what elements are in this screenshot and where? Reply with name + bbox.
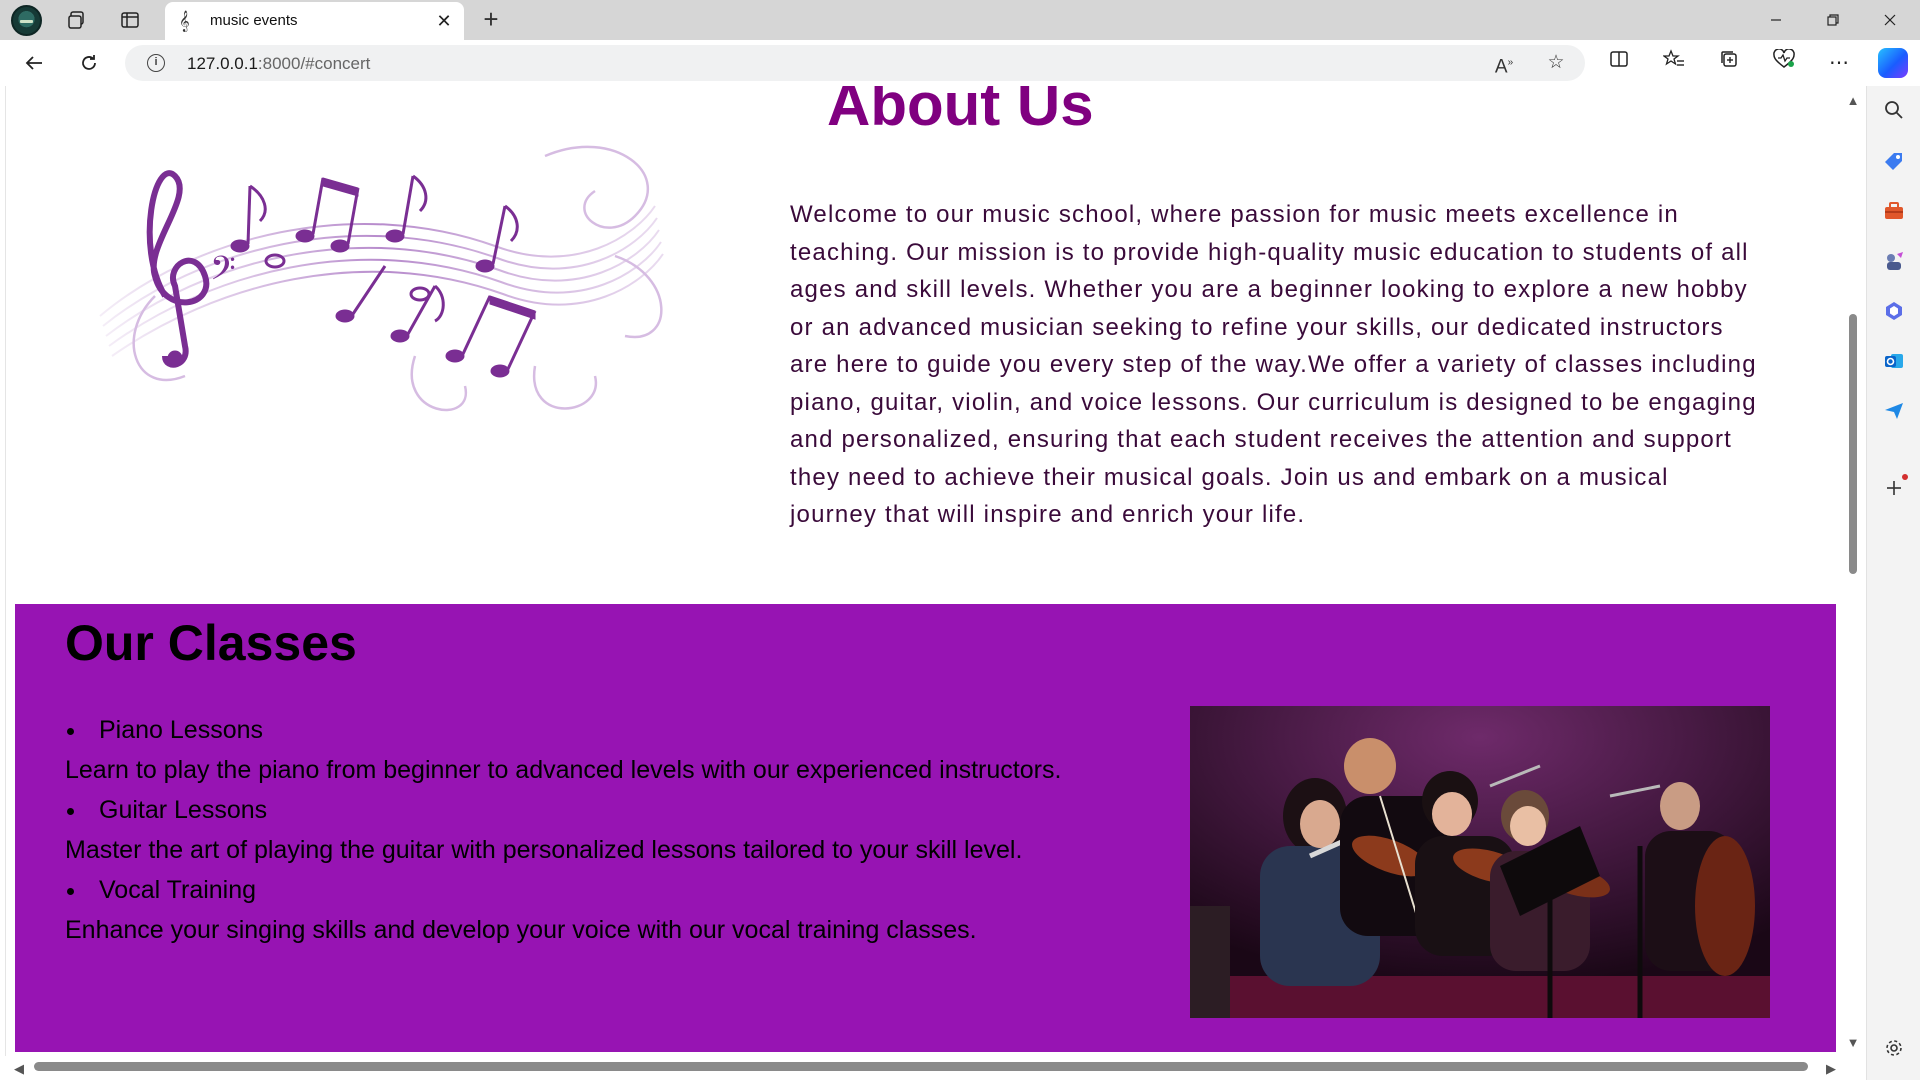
scroll-left-arrow-icon[interactable]: ◀ (10, 1060, 28, 1078)
restore-button[interactable] (1803, 0, 1863, 40)
close-window-button[interactable] (1860, 0, 1920, 40)
collections-icon[interactable] (1712, 47, 1746, 79)
address-bar[interactable]: i 127.0.0.1:8000/#concert A» ☆ (125, 45, 1585, 81)
music-note-favicon-icon: 𝄞 (179, 11, 190, 31)
workspaces-icon[interactable] (60, 4, 94, 36)
shopping-tag-icon[interactable] (1880, 150, 1908, 178)
refresh-icon[interactable] (72, 47, 106, 79)
send-icon[interactable] (1880, 400, 1908, 428)
svg-text:𝄢: 𝄢 (210, 250, 236, 296)
class-description-guitar: Master the art of playing the guitar wit… (65, 836, 1023, 864)
browser-essentials-icon[interactable] (1767, 47, 1801, 79)
new-tab-button[interactable]: + (474, 4, 508, 36)
browser-title-bar: 𝄞 music events ✕ + (0, 0, 1920, 40)
scroll-right-arrow-icon[interactable]: ▶ (1822, 1060, 1840, 1078)
about-description: Welcome to our music school, where passi… (790, 201, 1757, 528)
class-item-vocal: Vocal Training (65, 870, 1115, 910)
minimize-button[interactable] (1746, 0, 1806, 40)
url-text[interactable]: 127.0.0.1:8000/#concert (187, 54, 370, 74)
browser-toolbar: i 127.0.0.1:8000/#concert A» ☆ ⋯ (0, 40, 1920, 86)
favorite-star-icon[interactable]: ☆ (1543, 51, 1569, 75)
close-tab-icon[interactable]: ✕ (432, 9, 456, 33)
page-viewport: About Us 𝄢 Welcome to our music school, … (0, 86, 1866, 1080)
vertical-scroll-thumb[interactable] (1849, 314, 1857, 574)
class-item-piano: Piano Lessons (65, 710, 1115, 750)
classes-list: Piano Lessons Learn to play the piano fr… (65, 710, 1115, 950)
search-icon[interactable] (1880, 100, 1908, 128)
edge-sidebar (1866, 86, 1920, 1080)
orchestra-photo (1190, 706, 1770, 1018)
scroll-down-arrow-icon[interactable]: ▼ (1844, 1034, 1862, 1052)
about-title: About Us (827, 86, 1094, 138)
split-screen-icon[interactable] (1602, 47, 1636, 79)
settings-more-icon[interactable]: ⋯ (1822, 47, 1856, 79)
read-aloud-icon[interactable]: A» (1491, 51, 1517, 77)
vertical-tabs-icon[interactable] (113, 4, 147, 36)
tab-title: music events (210, 12, 298, 29)
add-sidebar-app-icon[interactable] (1880, 474, 1908, 506)
tools-briefcase-icon[interactable] (1880, 200, 1908, 228)
notification-dot (1902, 474, 1908, 480)
classes-section: Our Classes Piano Lessons Learn to play … (15, 604, 1836, 1052)
classes-title: Our Classes (65, 615, 357, 671)
scroll-up-arrow-icon[interactable]: ▲ (1844, 92, 1862, 110)
tab-music-events[interactable]: 𝄞 music events ✕ (165, 2, 464, 40)
favorites-list-icon[interactable] (1657, 47, 1691, 79)
profile-avatar[interactable] (11, 5, 42, 36)
site-info-icon[interactable]: i (147, 54, 165, 72)
microsoft-365-icon[interactable] (1880, 300, 1908, 328)
games-icon[interactable] (1880, 250, 1908, 278)
horizontal-scroll-thumb[interactable] (34, 1062, 1808, 1071)
class-item-guitar: Guitar Lessons (65, 790, 1115, 830)
outlook-icon[interactable] (1880, 350, 1908, 378)
music-notes-image: 𝄢 (99, 145, 664, 412)
page-left-border (0, 86, 6, 1056)
class-description-piano: Learn to play the piano from beginner to… (65, 756, 1062, 784)
copilot-icon[interactable] (1878, 48, 1908, 78)
sidebar-settings-gear-icon[interactable] (1880, 1038, 1908, 1066)
back-arrow-icon[interactable] (17, 47, 51, 79)
class-description-vocal: Enhance your singing skills and develop … (65, 916, 977, 944)
